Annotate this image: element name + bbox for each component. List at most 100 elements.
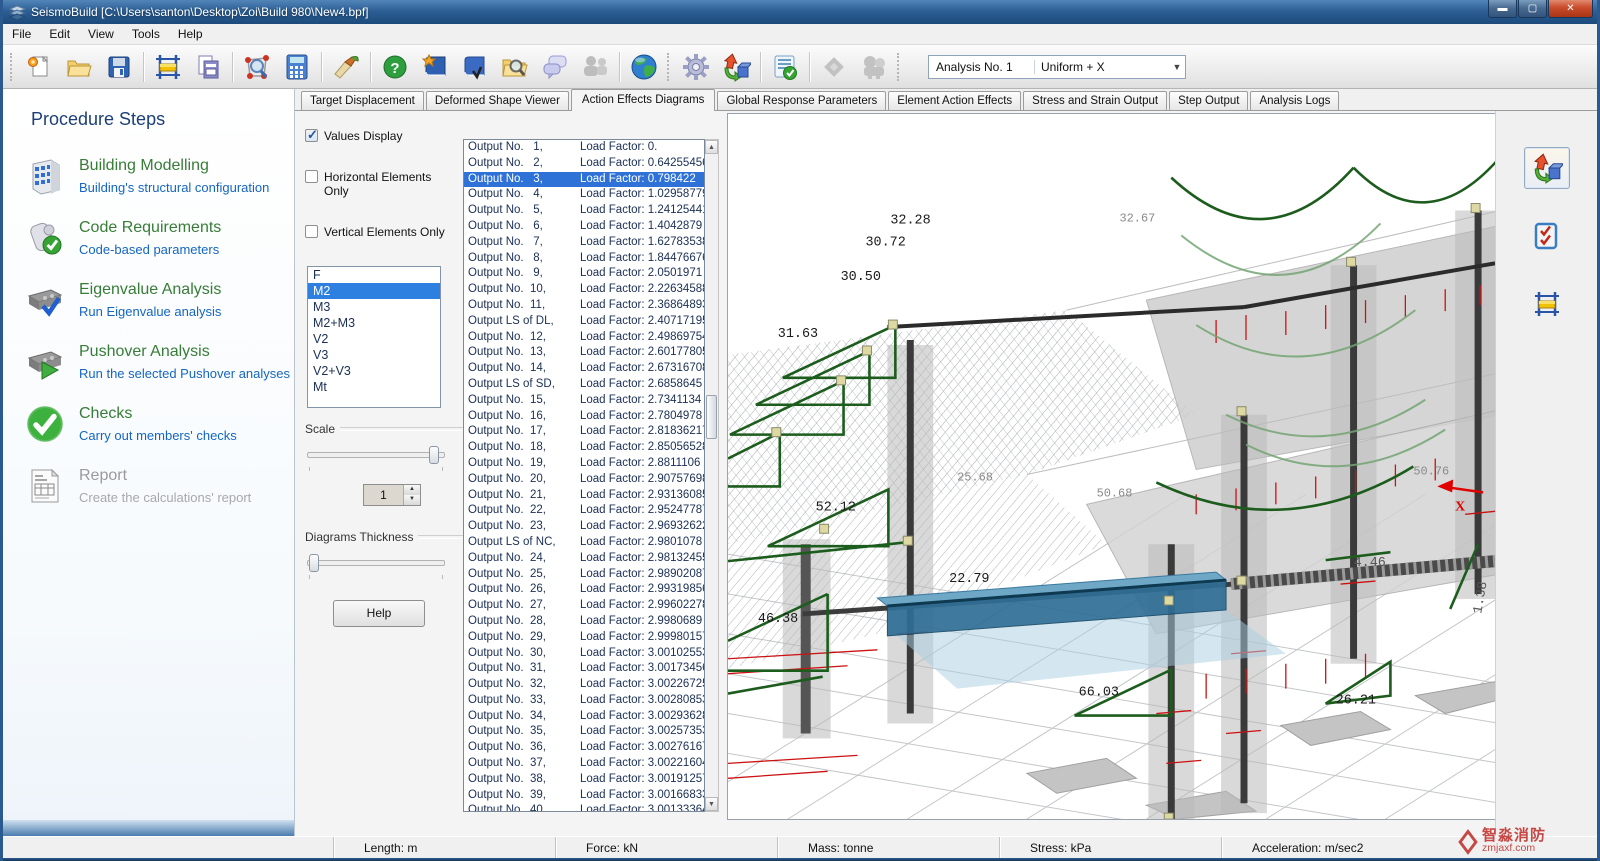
scale-slider[interactable]: [307, 446, 445, 466]
tab[interactable]: Action Effects Diagrams: [571, 89, 716, 111]
toolbar-grip[interactable]: [897, 53, 901, 81]
diagram-type-item[interactable]: M2: [308, 283, 440, 299]
output-row[interactable]: Output No. 38, Load Factor: 3.00191257: [464, 772, 704, 788]
output-row[interactable]: Output No. 35, Load Factor: 3.00257353: [464, 724, 704, 740]
output-row[interactable]: Output No. 22, Load Factor: 2.95247787: [464, 503, 704, 519]
display-options-icon[interactable]: [326, 48, 366, 86]
checkbox[interactable]: Values Display: [305, 129, 445, 143]
output-row[interactable]: Output No. 4, Load Factor: 1.02958779: [464, 187, 704, 203]
output-row[interactable]: Output No. 6, Load Factor: 1.4042879: [464, 219, 704, 235]
diagram-type-item[interactable]: F: [308, 267, 440, 283]
building-modeller-icon[interactable]: [148, 48, 188, 86]
viewer-3d[interactable]: 31.63 30.50 30.72 32.28 32.67 52.12 22.7…: [727, 113, 1499, 820]
scroll-down-icon[interactable]: ▼: [705, 797, 718, 811]
settings-gear-icon[interactable]: [676, 48, 716, 86]
output-row[interactable]: Output No. 29, Load Factor: 2.99980157: [464, 630, 704, 646]
output-row[interactable]: Output No. 14, Load Factor: 2.67316708: [464, 361, 704, 377]
output-row[interactable]: Output No. 1, Load Factor: 0.: [464, 140, 704, 156]
menu-item[interactable]: Edit: [40, 25, 79, 43]
menu-item[interactable]: File: [3, 25, 40, 43]
output-row[interactable]: Output No. 32, Load Factor: 3.00226725: [464, 677, 704, 693]
tab[interactable]: Deformed Shape Viewer: [426, 91, 569, 110]
scroll-up-icon[interactable]: ▲: [705, 140, 718, 154]
output-row[interactable]: Output LS of NC, Load Factor: 2.9801078: [464, 535, 704, 551]
calculator-icon[interactable]: [277, 48, 317, 86]
output-row[interactable]: Output No. 19, Load Factor: 2.8811106: [464, 456, 704, 472]
sidebar-step-checks[interactable]: Checks Carry out members' checks: [25, 404, 294, 444]
diagram-type-item[interactable]: Mt: [308, 379, 440, 395]
3d-plot-icon[interactable]: [237, 48, 277, 86]
user-manual-icon[interactable]: [415, 48, 455, 86]
diagram-type-item[interactable]: M3: [308, 299, 440, 315]
run-pushover-icon[interactable]: [716, 48, 756, 86]
thickness-slider[interactable]: [307, 554, 445, 574]
toolbar-grip[interactable]: [667, 53, 671, 81]
facebook-icon-disabled[interactable]: [575, 48, 615, 86]
sidebar-step-eigenvalue[interactable]: Eigenvalue Analysis Run Eigenvalue analy…: [25, 280, 294, 320]
checkbox[interactable]: Horizontal Elements Only: [305, 170, 445, 198]
scrollbar-thumb[interactable]: [706, 395, 717, 439]
website-globe-icon[interactable]: [624, 48, 664, 86]
output-row[interactable]: Output No. 33, Load Factor: 3.00280853: [464, 693, 704, 709]
help-button[interactable]: Help: [333, 600, 425, 627]
output-row[interactable]: Output No. 10, Load Factor: 2.22634588: [464, 282, 704, 298]
output-row[interactable]: Output No. 21, Load Factor: 2.93136085: [464, 488, 704, 504]
output-row[interactable]: Output No. 30, Load Factor: 3.00102553: [464, 646, 704, 662]
tab[interactable]: Stress and Strain Output: [1023, 91, 1167, 110]
tutorial-icon[interactable]: [455, 48, 495, 86]
tab[interactable]: Element Action Effects: [888, 91, 1021, 110]
run-pushover-icon[interactable]: [1524, 147, 1570, 189]
tab[interactable]: Step Output: [1169, 91, 1248, 110]
checkbox[interactable]: Vertical Elements Only: [305, 225, 445, 239]
diagram-type-item[interactable]: V2+V3: [308, 363, 440, 379]
output-row[interactable]: Output No. 36, Load Factor: 3.00276167: [464, 740, 704, 756]
tab[interactable]: Analysis Logs: [1250, 91, 1339, 110]
diagram-type-item[interactable]: M2+M3: [308, 315, 440, 331]
scale-slider-track[interactable]: [307, 452, 445, 458]
sidebar-step-pushover[interactable]: Pushover Analysis Run the selected Pusho…: [25, 342, 294, 382]
thickness-slider-track[interactable]: [307, 560, 445, 566]
minimize-button[interactable]: ▬: [1488, 0, 1517, 18]
tab[interactable]: Global Response Parameters: [717, 91, 886, 110]
thickness-slider-thumb[interactable]: [309, 554, 319, 572]
diamond-icon-disabled[interactable]: [814, 48, 854, 86]
output-row[interactable]: Output No. 9, Load Factor: 2.0501971: [464, 266, 704, 282]
output-row[interactable]: Output No. 18, Load Factor: 2.85056528: [464, 440, 704, 456]
open-project-icon[interactable]: [59, 48, 99, 86]
spinner-up-icon[interactable]: ▲: [404, 485, 420, 495]
output-row[interactable]: Output No. 17, Load Factor: 2.81836217: [464, 424, 704, 440]
output-row[interactable]: Output No. 37, Load Factor: 3.00221604: [464, 756, 704, 772]
scale-spinner[interactable]: 1 ▲▼: [363, 484, 421, 506]
output-row[interactable]: Output No. 15, Load Factor: 2.7341134: [464, 393, 704, 409]
model-icon-disabled[interactable]: [854, 48, 894, 86]
step-output-icon[interactable]: [765, 48, 805, 86]
new-project-icon[interactable]: [19, 48, 59, 86]
checkbox-box[interactable]: [305, 225, 318, 238]
toolbar-grip[interactable]: [10, 53, 14, 81]
checks-list-icon[interactable]: [1524, 215, 1570, 257]
sidebar-step-building-modelling[interactable]: Building Modelling Building's structural…: [25, 156, 294, 196]
output-row[interactable]: Output No. 27, Load Factor: 2.99602278: [464, 598, 704, 614]
menu-item[interactable]: Tools: [123, 25, 169, 43]
output-row[interactable]: Output No. 25, Load Factor: 2.98902087: [464, 567, 704, 583]
output-row[interactable]: Output LS of SD, Load Factor: 2.6858645: [464, 377, 704, 393]
close-button[interactable]: ✕: [1548, 0, 1593, 18]
scale-slider-thumb[interactable]: [429, 446, 439, 464]
output-row[interactable]: Output No. 34, Load Factor: 3.00293628: [464, 709, 704, 725]
example-search-icon[interactable]: [495, 48, 535, 86]
output-row[interactable]: Output No. 2, Load Factor: 0.64255456: [464, 156, 704, 172]
section-frame-icon[interactable]: [1524, 283, 1570, 325]
diagram-type-item[interactable]: V2: [308, 331, 440, 347]
tab[interactable]: Target Displacement: [301, 91, 424, 110]
output-row[interactable]: Output No. 13, Load Factor: 2.60177805: [464, 345, 704, 361]
maximize-button[interactable]: ▢: [1518, 0, 1547, 18]
output-row[interactable]: Output No. 23, Load Factor: 2.96932622: [464, 519, 704, 535]
sidebar-step-code-requirements[interactable]: Code Requirements Code-based parameters: [25, 218, 294, 258]
save-project-icon[interactable]: [99, 48, 139, 86]
output-row[interactable]: Output No. 40, Load Factor: 3.00133364: [464, 803, 704, 812]
output-list-scrollbar[interactable]: ▲ ▼: [705, 139, 719, 812]
report-icon[interactable]: [188, 48, 228, 86]
output-row[interactable]: Output No. 24, Load Factor: 2.98132455: [464, 551, 704, 567]
output-row[interactable]: Output No. 5, Load Factor: 1.24125441: [464, 203, 704, 219]
diagram-type-item[interactable]: V3: [308, 347, 440, 363]
